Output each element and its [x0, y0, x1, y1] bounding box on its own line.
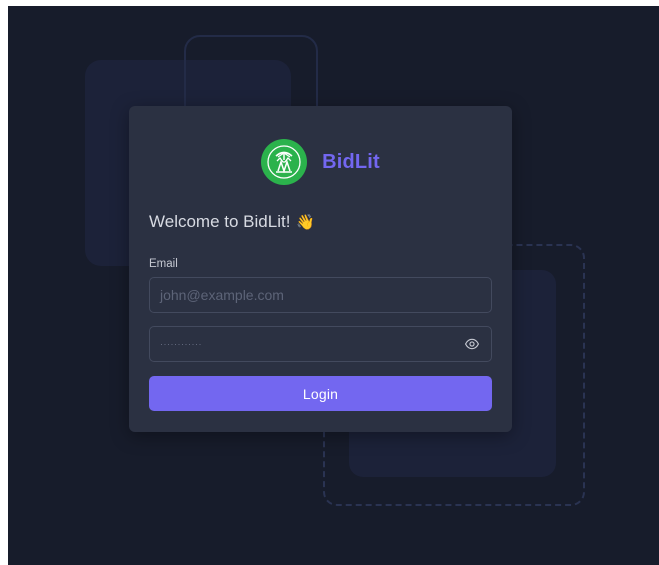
- bidlit-logo-icon: [261, 139, 308, 185]
- brand-name: BidLit: [322, 150, 380, 173]
- login-card: BidLit Welcome to BidLit! 👋 Email john@e…: [129, 106, 512, 432]
- eye-icon[interactable]: [463, 335, 481, 353]
- welcome-text: Welcome to BidLit!: [149, 212, 291, 231]
- password-value: ············: [160, 339, 202, 349]
- login-screen: BidLit Welcome to BidLit! 👋 Email john@e…: [8, 6, 659, 565]
- email-placeholder: john@example.com: [160, 287, 284, 303]
- waving-hand-icon: 👋: [296, 214, 316, 231]
- login-button[interactable]: Login: [149, 376, 492, 411]
- email-field[interactable]: john@example.com: [149, 277, 492, 313]
- email-label: Email: [149, 258, 178, 270]
- welcome-heading: Welcome to BidLit! 👋: [149, 212, 315, 232]
- brand-header: BidLit: [129, 138, 512, 186]
- password-field[interactable]: ············: [149, 326, 492, 362]
